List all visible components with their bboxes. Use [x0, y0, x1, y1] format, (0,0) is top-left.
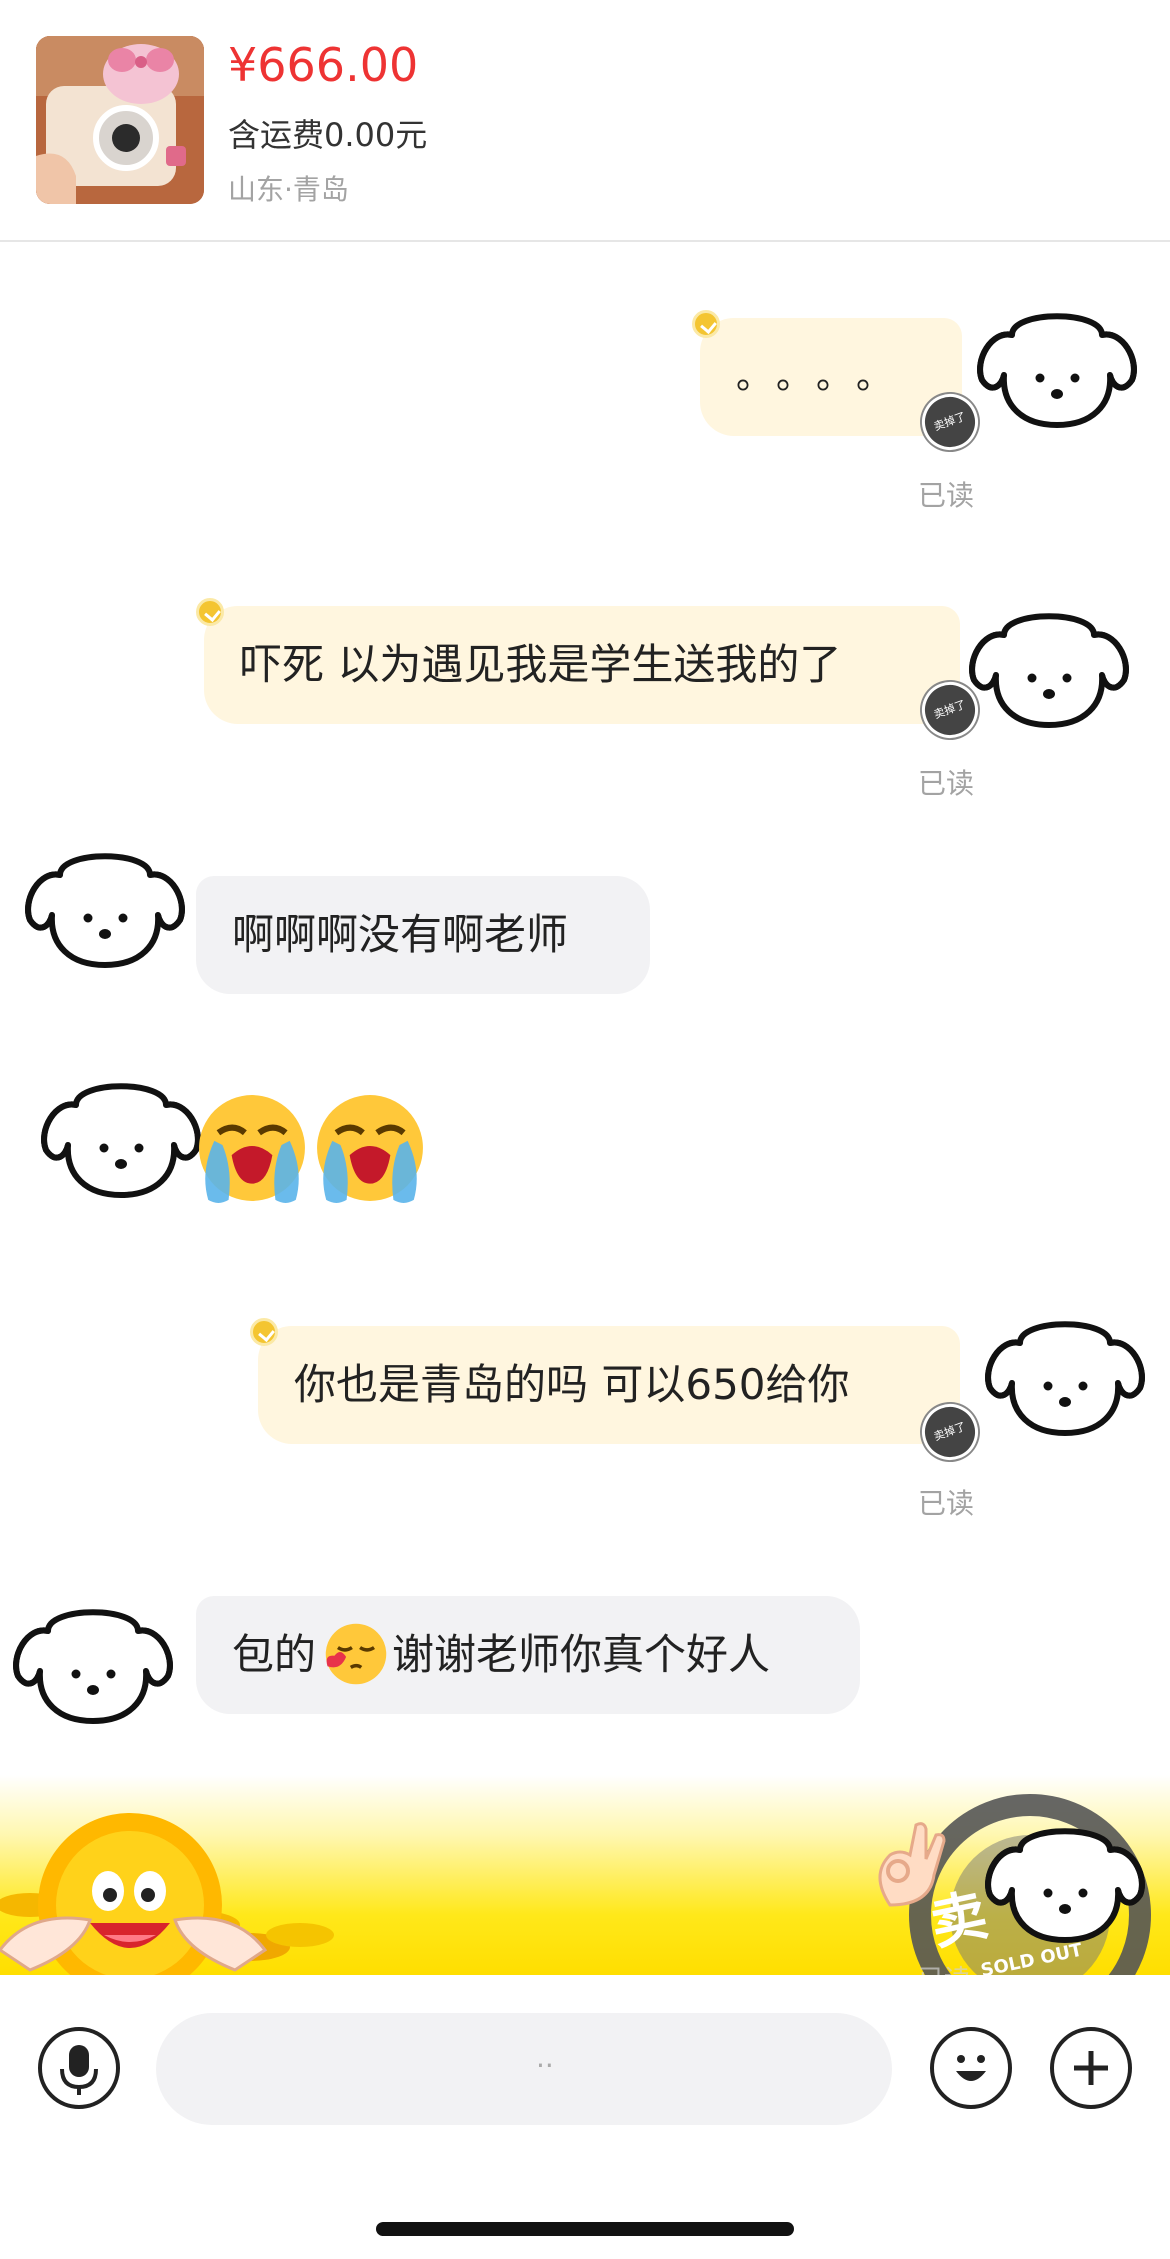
seller-avatar[interactable]: [20, 830, 190, 970]
stamp-faded-text: 已读: [918, 1959, 970, 1975]
message-bubble-theirs[interactable]: 包的 谢谢老师你真个好人: [196, 1596, 860, 1714]
hand-icon: [0, 1916, 92, 1972]
camera-photo-icon: [36, 36, 204, 204]
message-text: 吓死 以为遇见我是学生送我的了: [240, 640, 842, 689]
loudly-crying-face-icon: [314, 1092, 426, 1204]
message-bubble-theirs[interactable]: 啊啊啊没有啊老师: [196, 876, 650, 994]
promo-banner[interactable]: 卖 SOLD OUT 已读: [0, 1775, 1170, 1975]
message-text: 。。。。: [736, 356, 915, 397]
plus-icon: [1074, 2051, 1108, 2085]
ok-hand-icon: [878, 1822, 946, 1907]
home-indicator[interactable]: [376, 2222, 794, 2236]
my-avatar[interactable]: [964, 590, 1134, 730]
message-input[interactable]: ..: [156, 2013, 892, 2125]
smiley-icon: [956, 2055, 986, 2081]
read-receipt: 已读: [918, 767, 975, 800]
product-thumbnail[interactable]: [36, 36, 204, 204]
message-bubble-mine[interactable]: 吓死 以为遇见我是学生送我的了: [204, 606, 960, 724]
product-price: ¥666.00: [228, 38, 419, 92]
product-header[interactable]: ¥666.00 含运费0.00元 山东·青岛: [0, 0, 1170, 242]
message-text: 啊啊啊没有啊老师: [232, 910, 569, 959]
message-text-part: 包的: [232, 1630, 317, 1679]
coin-badge-icon: [250, 1318, 278, 1346]
message-bubble-mine[interactable]: 你也是青岛的吗 可以650给你: [258, 1326, 960, 1444]
shipping-fee: 含运费0.00元: [228, 116, 428, 154]
microphone-icon: [60, 2045, 98, 2095]
my-avatar[interactable]: [980, 1298, 1150, 1438]
emoji-button[interactable]: [930, 2027, 1012, 2109]
blowing-kiss-face-icon: [325, 1623, 387, 1685]
read-receipt: 已读: [918, 1487, 975, 1520]
my-avatar[interactable]: [972, 290, 1142, 430]
loudly-crying-face-icon: [196, 1092, 308, 1204]
more-button[interactable]: [1050, 2027, 1132, 2109]
coin-badge-icon: [196, 598, 224, 626]
emoji-message[interactable]: [196, 1092, 436, 1212]
message-text: 你也是青岛的吗 可以650给你: [294, 1360, 850, 1409]
product-location: 山东·青岛: [228, 173, 349, 206]
coin-badge-icon: [692, 310, 720, 338]
input-placeholder: ..: [536, 2041, 554, 2074]
hand-icon: [173, 1916, 268, 1972]
message-text-part: 谢谢老师你真个好人: [392, 1630, 771, 1679]
my-avatar: [980, 1805, 1150, 1945]
voice-button[interactable]: [38, 2027, 120, 2109]
input-bar: ..: [0, 1975, 1170, 2259]
read-receipt: 已读: [918, 479, 975, 512]
seller-avatar[interactable]: [36, 1060, 206, 1200]
seller-avatar[interactable]: [8, 1586, 178, 1726]
